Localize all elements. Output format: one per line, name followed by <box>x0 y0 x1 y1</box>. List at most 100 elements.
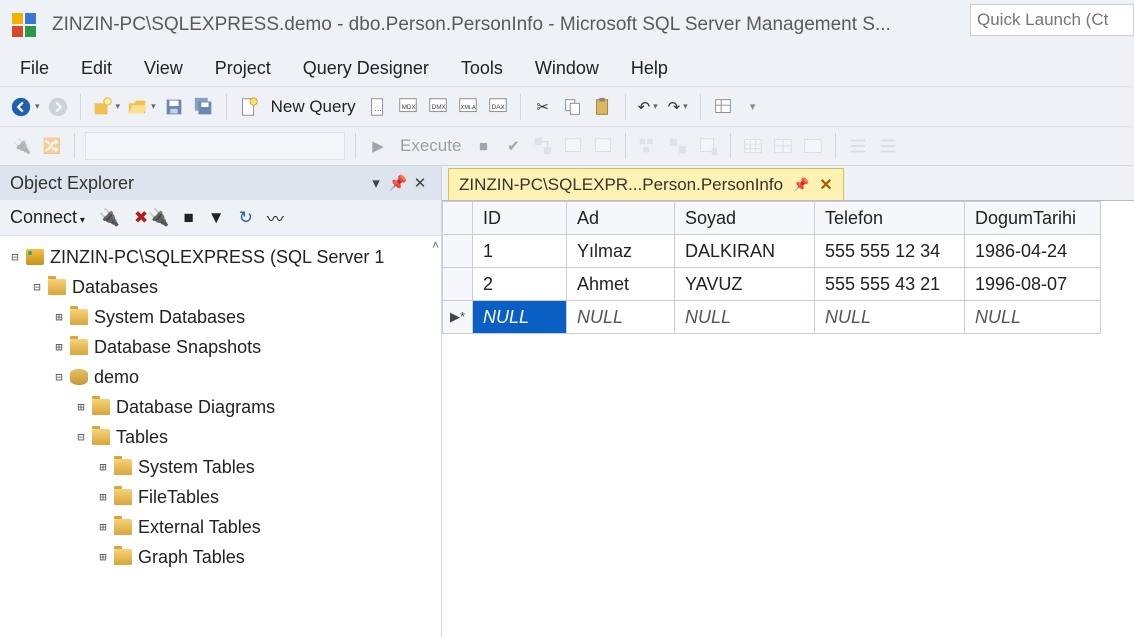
parse-icon: ✔ <box>501 132 525 160</box>
dmx-button[interactable]: DMX <box>426 93 450 121</box>
results-grid-icon <box>741 132 765 160</box>
col-header-telefon[interactable]: Telefon <box>815 202 965 235</box>
cell[interactable]: DALKIRAN <box>675 235 815 268</box>
new-query-button[interactable] <box>237 93 261 121</box>
menu-edit[interactable]: Edit <box>67 54 126 83</box>
cell[interactable]: YAVUZ <box>675 268 815 301</box>
tab-pin-icon[interactable]: 📌 <box>793 177 809 193</box>
cell-null[interactable]: NULL <box>965 301 1101 334</box>
data-grid[interactable]: ID Ad Soyad Telefon DogumTarihi 1 Yılmaz… <box>442 200 1134 334</box>
tree-system-databases-node[interactable]: System Databases <box>0 302 441 332</box>
cell-null[interactable]: NULL <box>815 301 965 334</box>
new-project-button[interactable] <box>91 93 121 121</box>
cell-null[interactable]: NULL <box>473 301 567 334</box>
col-header-ad[interactable]: Ad <box>567 202 675 235</box>
tree-databases-node[interactable]: Databases <box>0 272 441 302</box>
uncomment-icon <box>876 132 900 160</box>
disconnect-icon[interactable]: ✖🔌 <box>134 208 169 228</box>
more-icon[interactable]: ▾ <box>741 93 765 121</box>
tree-server-node[interactable]: ZINZIN-PC\SQLEXPRESS (SQL Server 1 <box>0 242 441 272</box>
panel-pin-icon[interactable]: 📌 <box>387 174 409 192</box>
paste-button[interactable] <box>591 93 615 121</box>
menu-query-designer[interactable]: Query Designer <box>289 54 443 83</box>
tree-tables-node[interactable]: Tables <box>0 422 441 452</box>
cell-null[interactable]: NULL <box>567 301 675 334</box>
stats-icon-1 <box>636 132 660 160</box>
redo-button[interactable]: ↷ <box>666 93 690 121</box>
open-button[interactable] <box>126 93 156 121</box>
cell[interactable]: 555 555 12 34 <box>815 235 965 268</box>
grid-row[interactable]: 2 Ahmet YAVUZ 555 555 43 21 1996-08-07 <box>443 268 1101 301</box>
new-query-label[interactable]: New Query <box>267 97 360 117</box>
menu-file[interactable]: File <box>6 54 63 83</box>
cell-null[interactable]: NULL <box>675 301 815 334</box>
tree-database-snapshots-node[interactable]: Database Snapshots <box>0 332 441 362</box>
tree-external-tables-node[interactable]: External Tables <box>0 512 441 542</box>
cell[interactable]: 1 <box>473 235 567 268</box>
tab-personinfo[interactable]: ZINZIN-PC\SQLEXPR...Person.PersonInfo 📌 … <box>448 168 844 200</box>
save-all-button[interactable] <box>192 93 216 121</box>
menu-bar: File Edit View Project Query Designer To… <box>0 50 1134 86</box>
panel-dropdown-icon[interactable]: ▾ <box>365 174 387 192</box>
tree-database-diagrams-node[interactable]: Database Diagrams <box>0 392 441 422</box>
activity-icon[interactable]: 〰 <box>267 205 284 230</box>
mdx-button[interactable]: MDX <box>396 93 420 121</box>
row-selector-new[interactable]: ▶* <box>443 301 473 334</box>
connect-button[interactable]: Connect <box>10 207 85 228</box>
window-title: ZINZIN-PC\SQLEXPRESS.demo - dbo.Person.P… <box>52 14 891 36</box>
results-text-icon <box>771 132 795 160</box>
connect-icon-2[interactable]: 🔌 <box>99 208 120 228</box>
grid-row[interactable]: 1 Yılmaz DALKIRAN 555 555 12 34 1986-04-… <box>443 235 1101 268</box>
menu-window[interactable]: Window <box>521 54 613 83</box>
menu-help[interactable]: Help <box>617 54 682 83</box>
database-dropdown <box>85 132 345 160</box>
execute-label: Execute <box>396 136 465 156</box>
cell[interactable]: Yılmaz <box>567 235 675 268</box>
cut-button[interactable]: ✂ <box>531 93 555 121</box>
tab-close-icon[interactable]: ✕ <box>819 175 832 195</box>
toolbar-main: New Query ⋯ MDX DMX XMLA DAX ✂ ↶ ↷ ▾ <box>0 86 1134 126</box>
panel-close-icon[interactable]: ✕ <box>409 174 431 192</box>
object-explorer-panel: Object Explorer ▾ 📌 ✕ Connect 🔌 ✖🔌 ■ ▼ ↻… <box>0 166 442 637</box>
quick-launch-input[interactable] <box>970 4 1134 36</box>
row-selector[interactable] <box>443 268 473 301</box>
tree-server-label: ZINZIN-PC\SQLEXPRESS (SQL Server 1 <box>50 247 384 268</box>
cell[interactable]: Ahmet <box>567 268 675 301</box>
grid-new-row[interactable]: ▶* NULL NULL NULL NULL NULL <box>443 301 1101 334</box>
xmla-button[interactable]: XMLA <box>456 93 480 121</box>
copy-button[interactable] <box>561 93 585 121</box>
col-header-id[interactable]: ID <box>473 202 567 235</box>
object-explorer-title: Object Explorer <box>10 173 134 194</box>
row-selector[interactable] <box>443 235 473 268</box>
menu-tools[interactable]: Tools <box>447 54 517 83</box>
tree-label: Database Snapshots <box>94 337 261 358</box>
svg-text:XMLA: XMLA <box>460 104 475 110</box>
dax-button[interactable]: DAX <box>486 93 510 121</box>
grid-corner <box>443 202 473 235</box>
menu-view[interactable]: View <box>130 54 197 83</box>
tree-file-tables-node[interactable]: FileTables <box>0 482 441 512</box>
col-header-soyad[interactable]: Soyad <box>675 202 815 235</box>
refresh-icon[interactable]: ↻ <box>239 208 253 228</box>
menu-project[interactable]: Project <box>201 54 285 83</box>
script-button-1[interactable]: ⋯ <box>366 93 390 121</box>
nav-back-button[interactable] <box>10 93 40 121</box>
stats-icon-2 <box>666 132 690 160</box>
cell[interactable]: 2 <box>473 268 567 301</box>
undo-button[interactable]: ↶ <box>636 93 660 121</box>
cell[interactable]: 555 555 43 21 <box>815 268 965 301</box>
tree-system-tables-node[interactable]: System Tables <box>0 452 441 482</box>
tree-graph-tables-node[interactable]: Graph Tables <box>0 542 441 572</box>
tree-demo-node[interactable]: demo <box>0 362 441 392</box>
col-header-dogumtarihi[interactable]: DogumTarihi <box>965 202 1101 235</box>
nav-forward-button <box>46 93 70 121</box>
properties-button[interactable] <box>711 93 735 121</box>
cell[interactable]: 1996-08-07 <box>965 268 1101 301</box>
results-file-icon <box>801 132 825 160</box>
object-explorer-tree[interactable]: ˄ ZINZIN-PC\SQLEXPRESS (SQL Server 1 Dat… <box>0 236 441 637</box>
tree-label: FileTables <box>138 487 219 508</box>
cell[interactable]: 1986-04-24 <box>965 235 1101 268</box>
tree-scroll-up-icon[interactable]: ˄ <box>432 238 439 252</box>
change-connection-icon: 🔀 <box>40 132 64 160</box>
save-button[interactable] <box>162 93 186 121</box>
